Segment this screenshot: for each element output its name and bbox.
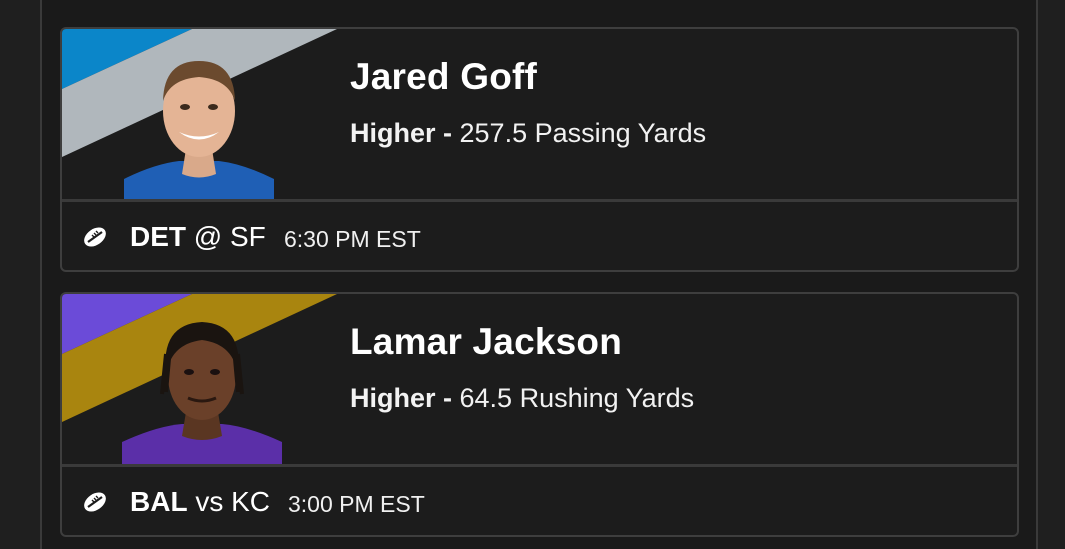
pick-card-header: Jared Goff Higher - 257.5 Passing Yards (62, 29, 1017, 199)
pick-line: Higher - 257.5 Passing Yards (350, 118, 706, 149)
game-info: DET @ SF 6:30 PM EST (62, 202, 1017, 270)
football-icon (84, 492, 106, 512)
game-time: 3:00 PM EST (288, 491, 425, 517)
football-icon (84, 227, 106, 247)
pick-direction: Higher (350, 118, 436, 148)
pick-separator: - (435, 118, 460, 148)
pick-card-lamar-jackson[interactable]: Lamar Jackson Higher - 64.5 Rushing Yard… (60, 292, 1019, 537)
opponent-abbr: KC (231, 486, 271, 517)
pick-stat: 64.5 Rushing Yards (459, 383, 695, 413)
pick-separator: - (435, 383, 460, 413)
player-headshot (124, 61, 274, 199)
game-info: BAL vs KC 3:00 PM EST (62, 467, 1017, 535)
team-abbr: BAL (130, 486, 188, 517)
pick-card-jared-goff[interactable]: Jared Goff Higher - 257.5 Passing Yards … (60, 27, 1019, 272)
pick-line: Higher - 64.5 Rushing Yards (350, 383, 694, 414)
opponent-abbr: SF (230, 221, 266, 252)
game-time: 6:30 PM EST (284, 226, 421, 252)
matchup-connector: @ (193, 221, 223, 252)
player-name: Lamar Jackson (350, 321, 623, 362)
pick-stat: 257.5 Passing Yards (459, 118, 707, 148)
player-art (62, 294, 352, 464)
matchup-connector: vs (195, 486, 224, 517)
matchup: BAL vs KC (130, 486, 270, 518)
matchup: DET @ SF (130, 221, 266, 253)
player-headshot (122, 322, 282, 464)
team-abbr: DET (130, 221, 186, 252)
pick-card-header: Lamar Jackson Higher - 64.5 Rushing Yard… (62, 294, 1017, 464)
player-name: Jared Goff (350, 56, 538, 97)
player-art (62, 29, 352, 199)
pick-direction: Higher (350, 383, 436, 413)
